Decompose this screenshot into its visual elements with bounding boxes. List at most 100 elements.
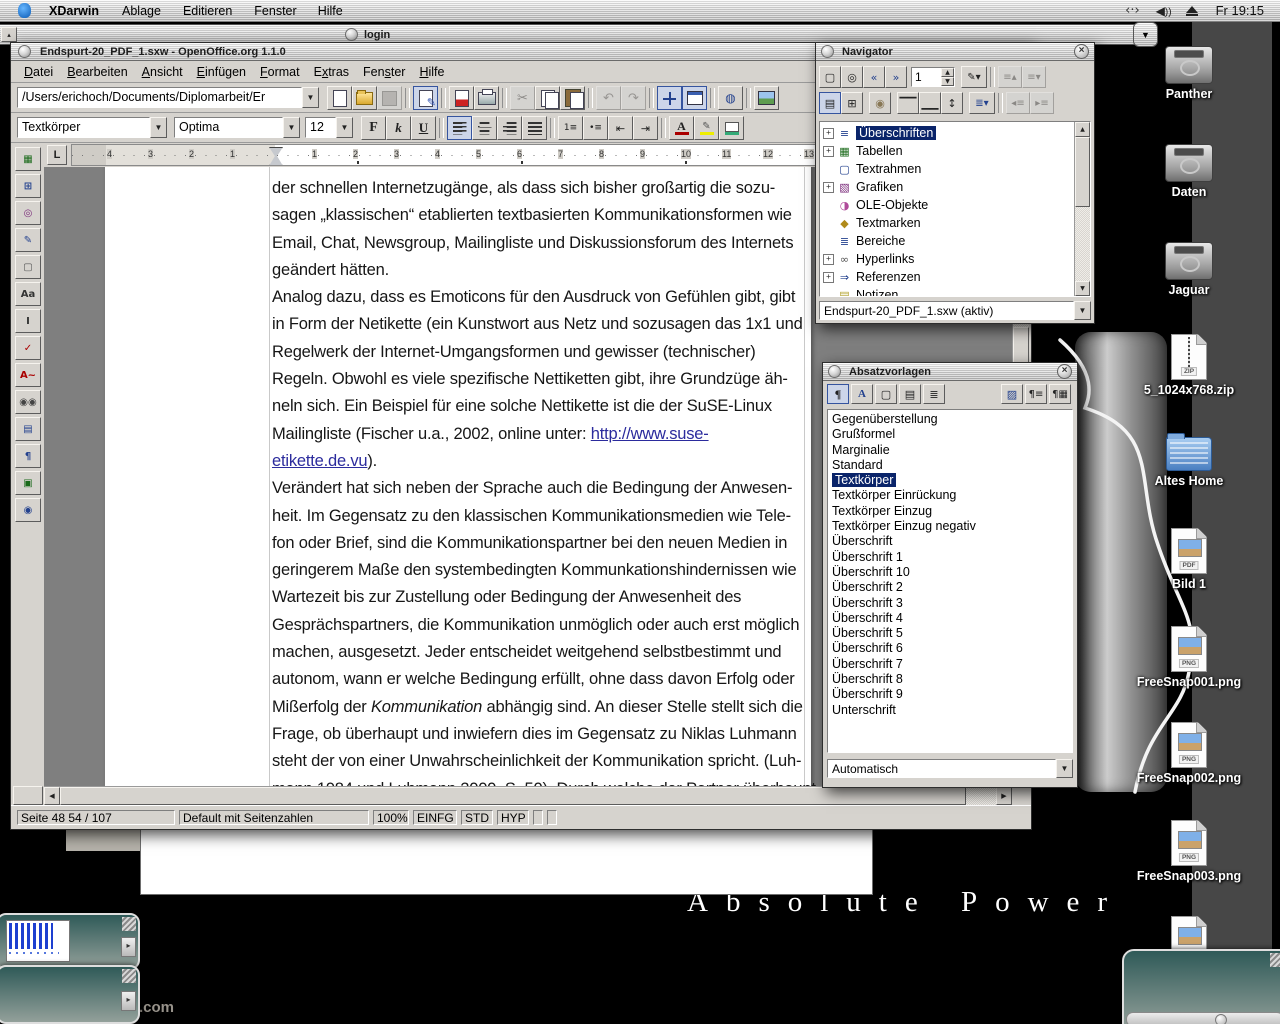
insert-object-button[interactable]: ◎ (15, 201, 41, 225)
writer-menu-einfgen[interactable]: Einfügen (190, 62, 253, 82)
login-lamp-icon[interactable] (345, 28, 358, 41)
print-file-button[interactable] (474, 86, 499, 110)
form-functions-button[interactable]: ▢ (15, 255, 41, 279)
desktop-icon-5-1024x768-zip[interactable]: ZIP 5_1024x768.zip (1134, 334, 1244, 397)
navigator-item-referenzen[interactable]: +⇒Referenzen (820, 268, 1074, 286)
bold-button[interactable]: F (361, 116, 386, 140)
document-line[interactable]: Email, Chat, Newsgroup, Mailingliste und… (272, 230, 812, 257)
style-item[interactable]: Überschrift 2 (828, 580, 1072, 595)
writer-menu-bearbeiten[interactable]: Bearbeiten (60, 62, 134, 82)
document-line[interactable]: Regelwerk der Internet-Umgangsformen und… (272, 339, 812, 366)
align-right-button[interactable] (497, 116, 522, 140)
document-line[interactable]: heit. Im Gegensatz zu den klassischen Ko… (272, 503, 812, 530)
input-menu-icon[interactable]: ‹·› (1125, 3, 1140, 18)
style-item-label[interactable]: Textkörper Einzug negativ (832, 519, 976, 533)
writer-menu-hilfe[interactable]: Hilfe (412, 62, 451, 82)
scroll-right-icon[interactable]: ▶ (996, 787, 1012, 805)
navigator-item-textmarken[interactable]: ◆Textmarken (820, 214, 1074, 232)
hard-drive-icon[interactable] (1165, 144, 1213, 182)
font-name-dropdown[interactable]: ▼ (283, 117, 300, 138)
style-item[interactable]: Gegenüberstellung (828, 412, 1072, 427)
navigator-item-label[interactable]: OLE-Objekte (856, 198, 928, 212)
eject-icon[interactable] (1186, 6, 1198, 16)
data-sources-button[interactable]: ▤ (15, 417, 41, 441)
menu-editieren[interactable]: Editieren (176, 1, 239, 21)
desktop-icon-label[interactable]: Jaguar (1134, 283, 1244, 297)
style-item-label[interactable]: Überschrift 10 (832, 565, 910, 579)
writer-menu-ansicht[interactable]: Ansicht (135, 62, 190, 82)
desktop-icon-label[interactable]: 5_1024x768.zip (1134, 383, 1244, 397)
open-file-button[interactable] (352, 86, 377, 110)
navigator-item-tabellen[interactable]: +▦Tabellen (820, 142, 1074, 160)
export-pdf-button[interactable] (449, 86, 474, 110)
style-item[interactable]: Textkörper Einzug (828, 504, 1072, 519)
page-number-spinner[interactable]: 1 ▲ ▼ (911, 67, 955, 87)
numbered-list-button[interactable]: 1≡ (558, 116, 583, 140)
desktop-icon-bild-1[interactable]: PDF Bild 1 (1134, 528, 1244, 591)
login-scroll-widget[interactable]: ▴ (1, 27, 17, 42)
style-item[interactable]: Überschrift 9 (828, 687, 1072, 702)
document-line[interactable]: etikette.de.vu). (272, 448, 812, 475)
expand-arrow-icon[interactable]: ▸ (121, 937, 136, 957)
navigator-item-hyperlinks[interactable]: +∞Hyperlinks (820, 250, 1074, 268)
navigation-toggle-button[interactable]: ▢ (819, 66, 841, 88)
writer-menu-datei[interactable]: Datei (17, 62, 60, 82)
style-item[interactable]: Überschrift 1 (828, 550, 1072, 565)
zip-file-icon[interactable]: ZIP (1171, 334, 1207, 380)
style-item[interactable]: Unterschrift (828, 703, 1072, 718)
background-color-button[interactable] (719, 116, 744, 140)
insert-mode[interactable]: EINFG (413, 810, 457, 825)
style-item[interactable]: Textkörper Einrückung (828, 488, 1072, 503)
desktop-icon-label[interactable]: FreeSnap001.png (1134, 675, 1244, 689)
pdf-file-icon[interactable]: PDF (1171, 528, 1207, 574)
navigator-item-notizen[interactable]: ▤Notizen (820, 286, 1074, 297)
hyperlink-dialog-button[interactable]: ◍ (718, 86, 743, 110)
writer-menu-fenster[interactable]: Fenster (356, 62, 412, 82)
png-file-icon[interactable]: PNG (1171, 722, 1207, 768)
anchor-text-button[interactable]: ↕ (941, 92, 963, 114)
online-layout-button[interactable]: ◉ (15, 498, 41, 522)
navigator-close-icon[interactable]: × (1074, 44, 1089, 59)
navigator-item-label[interactable]: Referenzen (856, 270, 921, 284)
expand-icon[interactable]: + (823, 128, 834, 139)
navigator-item-oleobjekte[interactable]: ◑OLE-Objekte (820, 196, 1074, 214)
navigation-button[interactable]: ◎ (841, 66, 863, 88)
desktop-icon-freesnap001-png[interactable]: PNG FreeSnap001.png (1134, 626, 1244, 689)
navigator-document-value[interactable]: Endspurt-20_PDF_1.sxw (aktiv) (819, 301, 1074, 320)
style-item-label[interactable]: Überschrift (832, 534, 892, 548)
style-item[interactable]: Standard (828, 458, 1072, 473)
next-button[interactable]: » (885, 66, 907, 88)
align-center-button[interactable] (472, 116, 497, 140)
menu-hilfe[interactable]: Hilfe (311, 1, 350, 21)
header-button[interactable]: ▔▔ (897, 92, 919, 114)
navigator-toggle-button[interactable] (657, 86, 682, 110)
expand-icon[interactable]: + (823, 146, 834, 157)
find-replace-button[interactable]: ◉◉ (15, 390, 41, 414)
graphics-on-off-button[interactable]: ▣ (15, 471, 41, 495)
horizontal-scrollbar[interactable]: ◀ ▶ (44, 786, 1012, 805)
desktop-icon-label[interactable]: Bild 1 (1134, 577, 1244, 591)
italic-button[interactable]: k (386, 116, 411, 140)
style-item-label[interactable]: Überschrift 5 (832, 626, 903, 640)
frame-styles-button[interactable]: ▢ (875, 384, 897, 404)
style-item[interactable]: Textkörper Einzug negativ (828, 519, 1072, 534)
navigator-item-label[interactable]: Grafiken (856, 180, 903, 194)
navigator-item-label[interactable]: Textmarken (856, 216, 921, 230)
increase-indent-button[interactable]: ⇥ (633, 116, 658, 140)
tab-type-button[interactable]: L (47, 145, 67, 165)
png-file-icon[interactable]: PNG (1171, 626, 1207, 672)
document-line[interactable]: Wartezeit bis zur Zustellung oder Beding… (272, 584, 812, 611)
corner-window[interactable] (1122, 949, 1280, 1024)
promote-chapter-button[interactable]: ≡▴ (998, 66, 1022, 88)
demote-level-button[interactable]: ▸≡ (1030, 92, 1054, 114)
expand-icon[interactable]: + (823, 272, 834, 283)
font-size-dropdown[interactable]: ▼ (336, 117, 353, 138)
scroll-knob-icon[interactable] (1215, 1014, 1227, 1024)
hyperlink[interactable]: etikette.de.vu (272, 452, 367, 470)
expand-icon[interactable]: + (823, 254, 834, 265)
spin-up-icon[interactable]: ▲ (941, 68, 954, 77)
document-line[interactable]: Frage, ob überhaupt und inwiefern dies i… (272, 721, 812, 748)
selection-mode[interactable]: STD (461, 810, 493, 825)
insert-fields-button[interactable]: ⊞ (15, 174, 41, 198)
style-item-label[interactable]: Überschrift 1 (832, 550, 903, 564)
